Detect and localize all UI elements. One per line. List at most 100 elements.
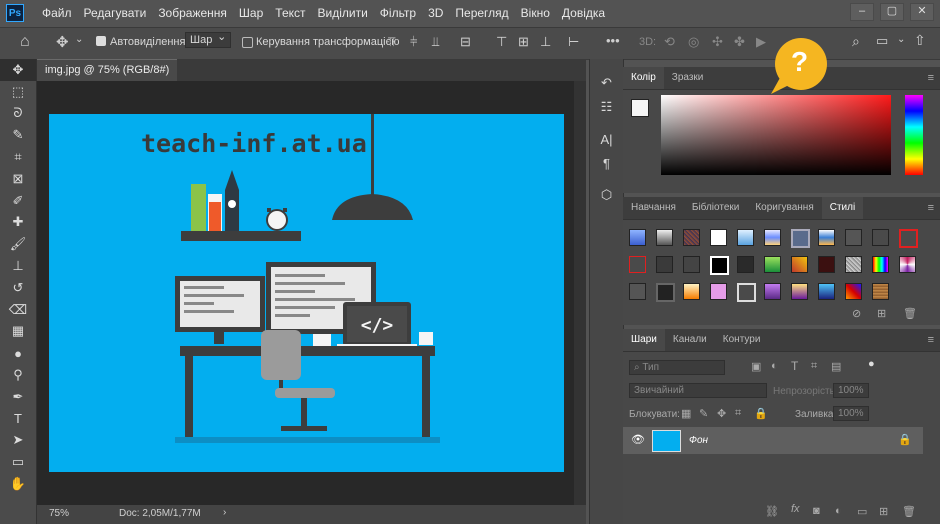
lock-image-icon[interactable]: ✎ [699,407,708,420]
paragraph-panel-icon[interactable]: ¶ [590,151,623,175]
lock-position-icon[interactable]: ✥ [717,407,726,420]
frame-tool-icon[interactable]: ⊠ [0,168,36,190]
brush-tool-icon[interactable]: 🖌 [0,233,36,255]
delete-layer-icon[interactable]: 🗑 [902,505,916,518]
style-swatch[interactable] [629,229,646,246]
style-swatch[interactable] [764,283,781,300]
tab-swatches[interactable]: Зразки [664,67,712,89]
style-swatch[interactable] [872,256,889,273]
lock-all-icon[interactable]: 🔒 [754,407,768,420]
menu-type[interactable]: Текст [275,6,305,20]
style-swatch[interactable] [629,256,646,273]
layer-visibility-eye-icon[interactable]: 👁 [631,433,645,446]
menu-3d[interactable]: 3D [428,6,443,20]
style-swatch[interactable] [872,229,889,246]
maximize-button[interactable]: ▢ [880,3,904,21]
layer-name[interactable]: Фон [689,435,708,446]
share-icon[interactable]: ⇧ [914,32,926,49]
gradient-tool-icon[interactable]: ▦ [0,321,36,343]
style-swatch[interactable] [791,283,808,300]
style-swatch[interactable] [710,256,729,275]
tab-learn[interactable]: Навчання [623,197,684,219]
filter-shape-icon[interactable]: ⌗ [811,360,817,373]
type-tool-icon[interactable]: T [0,408,36,430]
style-swatch[interactable] [683,256,700,273]
color-picker-field[interactable] [661,95,891,175]
tab-libraries[interactable]: Бібліотеки [684,197,747,219]
menu-layer[interactable]: Шар [239,6,263,20]
close-window-button[interactable]: ✕ [910,3,934,21]
clone-stamp-tool-icon[interactable]: ⊥ [0,255,36,277]
style-swatch[interactable] [764,256,781,273]
style-swatch[interactable] [899,229,918,248]
eraser-tool-icon[interactable]: ⌫ [0,299,36,321]
style-swatch[interactable] [791,256,808,273]
style-swatch[interactable] [683,283,700,300]
style-swatch[interactable] [764,229,781,246]
home-icon[interactable]: ⌂ [20,33,30,51]
clear-style-icon[interactable]: ⊘ [852,307,861,320]
menu-window[interactable]: Вікно [521,6,550,20]
quick-select-tool-icon[interactable]: ✎ [0,124,36,146]
lasso-tool-icon[interactable]: ᘐ [0,103,36,125]
align-vcenter-icon[interactable]: ⫩ [410,34,417,50]
new-layer-icon[interactable]: ⊞ [879,505,888,518]
lock-artboard-icon[interactable]: ⌗ [735,407,741,420]
layer-filter-input[interactable]: ⌕ Тип [629,360,725,375]
new-style-icon[interactable]: ⊞ [877,307,886,320]
distribute-bottom-icon[interactable]: ⊥ [540,34,551,50]
healing-brush-tool-icon[interactable]: ✚ [0,212,36,234]
delete-style-icon[interactable]: 🗑 [903,307,917,320]
transform-controls-checkbox[interactable] [242,37,253,48]
align-bottom-icon[interactable]: ⫫ [432,34,439,50]
blend-mode-dropdown[interactable]: Звичайний [629,383,767,398]
pen-tool-icon[interactable]: ✒ [0,386,36,408]
tab-paths[interactable]: Контури [715,329,769,351]
style-swatch[interactable] [683,229,700,246]
more-options-icon[interactable]: ••• [606,33,620,48]
layer-row[interactable]: 👁 Фон 🔒 [623,427,923,454]
document-image[interactable]: teach-inf.at.ua </> [49,114,564,472]
properties-panel-icon[interactable]: ☷ [590,95,623,119]
align-left-icon[interactable]: ⊟ [460,34,471,50]
lock-transparent-icon[interactable]: ▦ [681,407,691,420]
style-swatch[interactable] [710,283,727,300]
style-swatch[interactable] [710,229,727,246]
chevron-down-icon[interactable]: ⌄ [75,34,83,45]
style-swatch[interactable] [791,229,810,248]
menu-help[interactable]: Довідка [562,6,605,20]
layers-panel-menu-icon[interactable]: ≡ [928,334,934,346]
distribute-top-icon[interactable]: ⊤ [496,34,507,50]
align-top-icon[interactable]: ⫪ [388,34,395,50]
style-swatch[interactable] [845,229,862,246]
dodge-tool-icon[interactable]: ⚲ [0,364,36,386]
history-panel-icon[interactable]: ↶ [590,71,623,95]
new-adjustment-icon[interactable]: ◐ [835,505,842,517]
minimize-button[interactable]: – [850,3,874,21]
style-swatch[interactable] [737,229,754,246]
hue-slider[interactable] [905,95,923,175]
zoom-level[interactable]: 75% [49,508,69,519]
3d-roll-icon[interactable]: ◎ [688,34,699,50]
style-swatch[interactable] [872,283,889,300]
style-swatch[interactable] [737,256,754,273]
link-layers-icon[interactable]: ⛓ [765,505,779,518]
menu-file[interactable]: Файл [42,6,72,20]
3d-panel-icon[interactable]: ⬡ [590,183,623,207]
workspace-icon[interactable]: ▭ [876,33,888,49]
eyedropper-tool-icon[interactable]: ✐ [0,190,36,212]
workspace-chevron-icon[interactable]: ⌄ [897,34,905,45]
style-swatch[interactable] [845,256,862,273]
search-icon[interactable]: ⌕ [852,33,860,50]
style-swatch[interactable] [737,283,756,302]
rectangle-tool-icon[interactable]: ▭ [0,451,36,473]
color-panel-menu-icon[interactable]: ≡ [928,72,934,84]
style-swatch[interactable] [818,283,835,300]
document-tab[interactable]: img.jpg @ 75% (RGB/8#) × [37,59,177,96]
tab-styles[interactable]: Стилі [821,197,864,219]
menu-view[interactable]: Перегляд [455,6,508,20]
distribute-left-icon[interactable]: ⊢ [568,34,579,50]
move-tool-icon[interactable]: ✥ [0,59,36,81]
blur-tool-icon[interactable]: ● [0,342,36,364]
3d-slide-icon[interactable]: ✤ [734,34,745,50]
